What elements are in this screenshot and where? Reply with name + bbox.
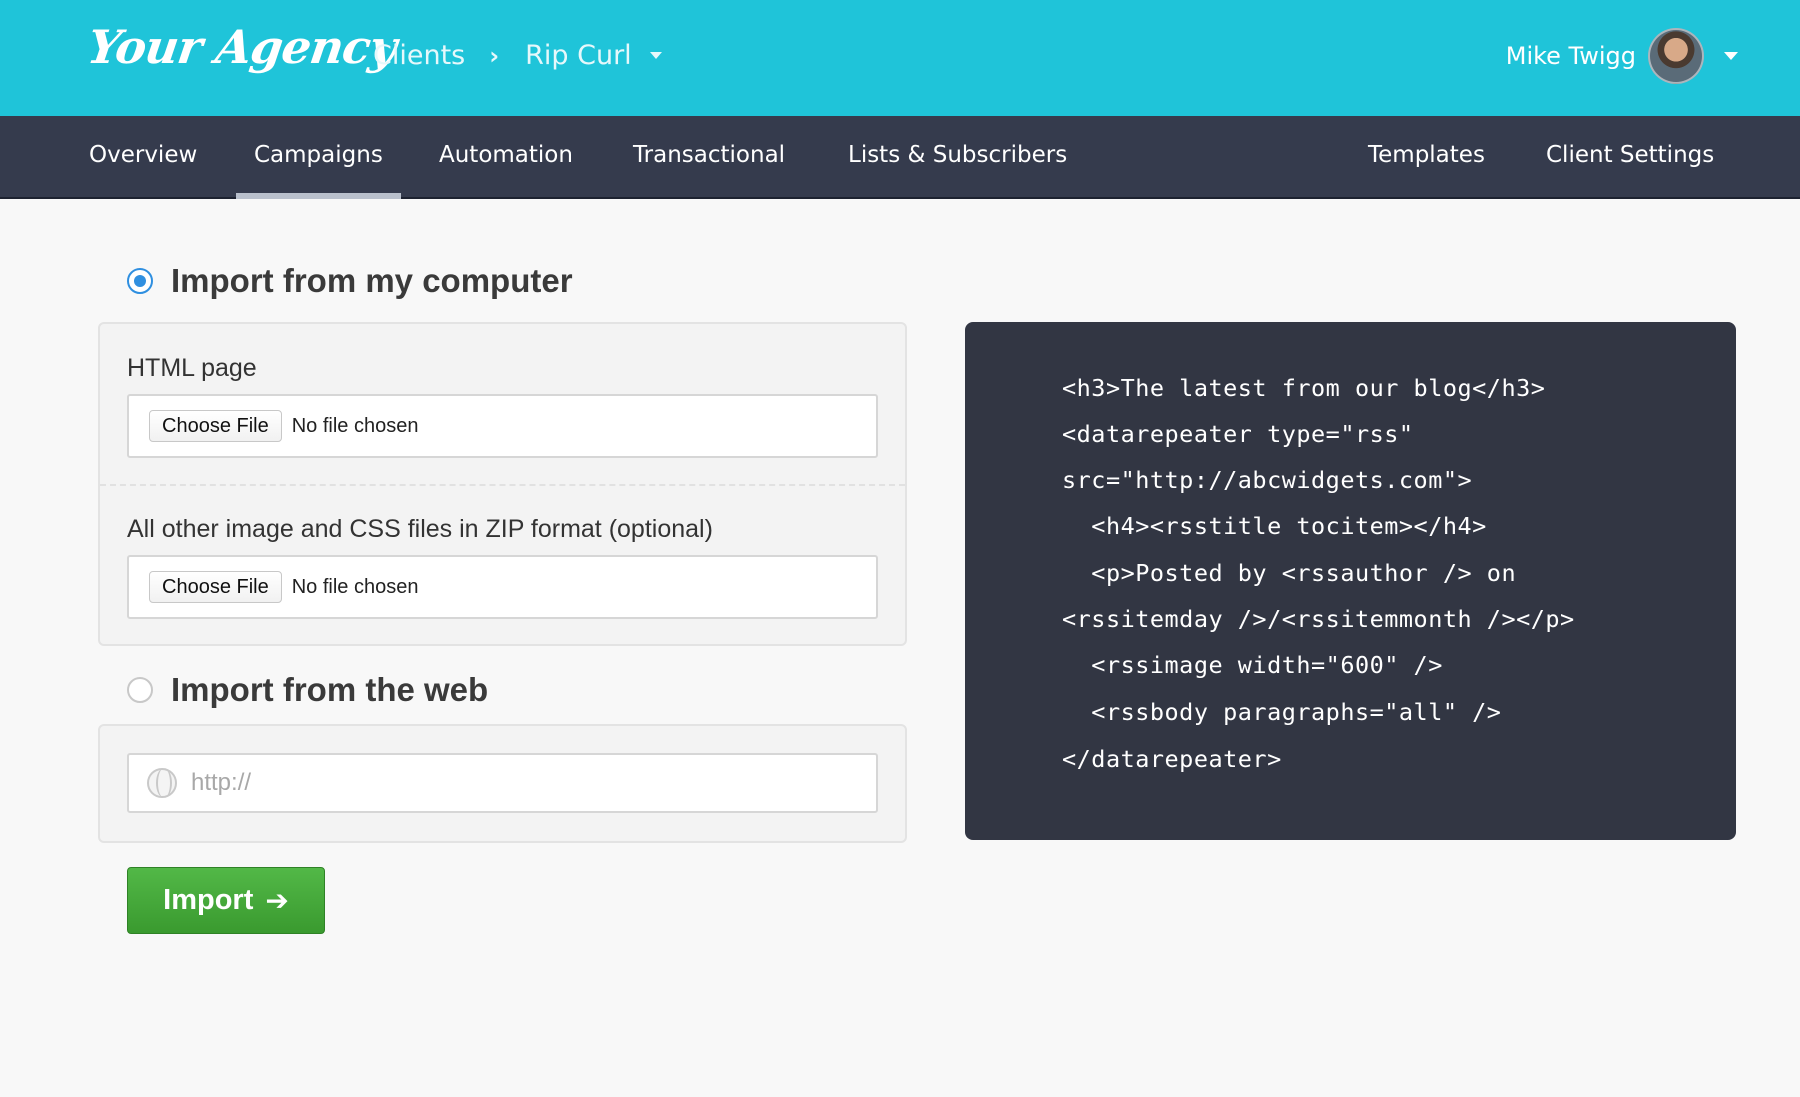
nav-campaigns[interactable]: Campaigns (236, 116, 401, 199)
code-line: <datarepeater type="rss" (1062, 420, 1414, 448)
import-web-panel (98, 724, 907, 843)
zip-file-input[interactable]: Choose File No file chosen (127, 555, 878, 619)
html-file-status: No file chosen (291, 414, 419, 437)
globe-icon (147, 768, 177, 798)
code-line: <rssitemday />/<rssitemmonth /></p> (1062, 605, 1575, 633)
import-computer-option[interactable]: Import from my computer (127, 262, 573, 300)
import-button-label: Import (163, 884, 254, 916)
top-bar: Your Agency Clients › Rip Curl Mike Twig… (0, 0, 1800, 116)
code-line: src="http://abcwidgets.com"> (1062, 466, 1473, 494)
url-field[interactable] (127, 753, 878, 813)
code-line: <p>Posted by <rssauthor /> on (1062, 559, 1517, 587)
user-menu-caret-icon[interactable] (1724, 52, 1738, 60)
nav-automation[interactable]: Automation (439, 116, 573, 199)
chevron-right-icon: › (489, 41, 500, 70)
import-computer-radio[interactable] (127, 268, 153, 294)
code-line: </datarepeater> (1062, 745, 1282, 773)
zip-choose-file-button[interactable]: Choose File (149, 571, 282, 603)
url-input[interactable] (191, 769, 751, 797)
breadcrumb: Clients › Rip Curl (373, 40, 662, 71)
agency-logo[interactable]: Your Agency (84, 20, 399, 74)
code-line: <h3>The latest from our blog</h3> (1062, 374, 1546, 402)
nav-client-settings[interactable]: Client Settings (1546, 116, 1714, 199)
nav-overview[interactable]: Overview (89, 116, 197, 199)
html-file-input[interactable]: Choose File No file chosen (127, 394, 878, 458)
html-page-label: HTML page (127, 354, 257, 382)
import-web-option[interactable]: Import from the web (127, 671, 488, 709)
code-line: <rssbody paragraphs="all" /> (1062, 698, 1502, 726)
breadcrumb-client-name[interactable]: Rip Curl (525, 40, 632, 71)
nav-templates[interactable]: Templates (1368, 116, 1485, 199)
user-menu[interactable]: Mike Twigg (1506, 28, 1738, 84)
user-name[interactable]: Mike Twigg (1506, 42, 1636, 70)
nav-transactional[interactable]: Transactional (633, 116, 785, 199)
breadcrumb-clients-link[interactable]: Clients (373, 40, 465, 71)
avatar[interactable] (1648, 28, 1704, 84)
code-line: <rssimage width="600" /> (1062, 651, 1443, 679)
code-line: <h4><rsstitle tocitem></h4> (1062, 512, 1487, 540)
nav-lists-subscribers[interactable]: Lists & Subscribers (848, 116, 1067, 199)
client-switcher-caret-icon[interactable] (649, 52, 662, 59)
zip-file-status: No file chosen (291, 575, 419, 598)
import-button[interactable]: Import ➔ (127, 867, 325, 934)
arrow-right-icon: ➔ (265, 885, 289, 916)
zip-files-label: All other image and CSS files in ZIP for… (127, 515, 713, 543)
code-sample-panel: <h3>The latest from our blog</h3> <datar… (965, 322, 1736, 840)
import-computer-title: Import from my computer (171, 262, 573, 299)
main-nav: Overview Campaigns Automation Transactio… (0, 116, 1800, 199)
divider (100, 484, 905, 486)
import-web-title: Import from the web (171, 671, 489, 708)
import-computer-panel: HTML page Choose File No file chosen All… (98, 322, 907, 646)
html-choose-file-button[interactable]: Choose File (149, 410, 282, 442)
import-web-radio[interactable] (127, 677, 153, 703)
